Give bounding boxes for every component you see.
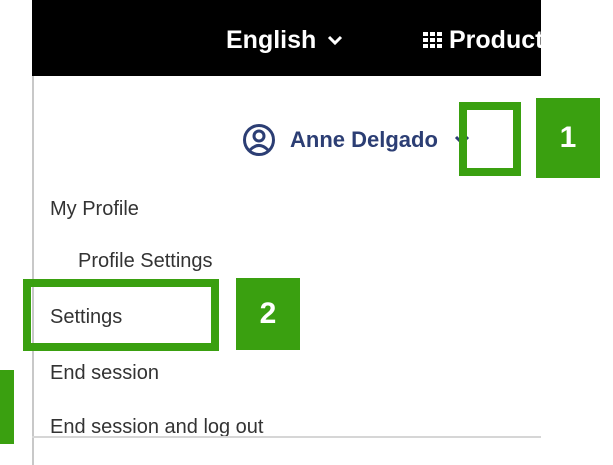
user-menu-toggle[interactable]: Anne Delgado <box>242 120 470 160</box>
top-bar: English Products <box>32 0 557 76</box>
step-number-1: 1 <box>559 121 577 154</box>
products-label: Products <box>449 25 558 54</box>
user-name: Anne Delgado <box>290 127 438 152</box>
chevron-down-icon <box>328 35 343 46</box>
panel-border <box>32 76 34 465</box>
menu-item-my-profile[interactable]: My Profile <box>50 198 139 221</box>
partial-badge <box>0 370 14 444</box>
products-menu[interactable]: Products <box>423 20 557 60</box>
panel-bottom-border <box>32 436 541 438</box>
menu-item-profile-settings[interactable]: Profile Settings <box>78 250 213 273</box>
user-avatar-icon <box>243 124 275 156</box>
grid-icon <box>423 32 442 48</box>
highlight-box-1 <box>459 102 521 176</box>
step-badge-2: 2 <box>236 278 300 350</box>
menu-item-end-session[interactable]: End session <box>50 362 159 385</box>
language-label: English <box>226 25 317 54</box>
step-badge-1: 1 <box>536 98 600 178</box>
language-selector[interactable]: English <box>226 20 344 60</box>
highlight-box-2 <box>23 279 219 351</box>
step-number-2: 2 <box>259 297 277 330</box>
